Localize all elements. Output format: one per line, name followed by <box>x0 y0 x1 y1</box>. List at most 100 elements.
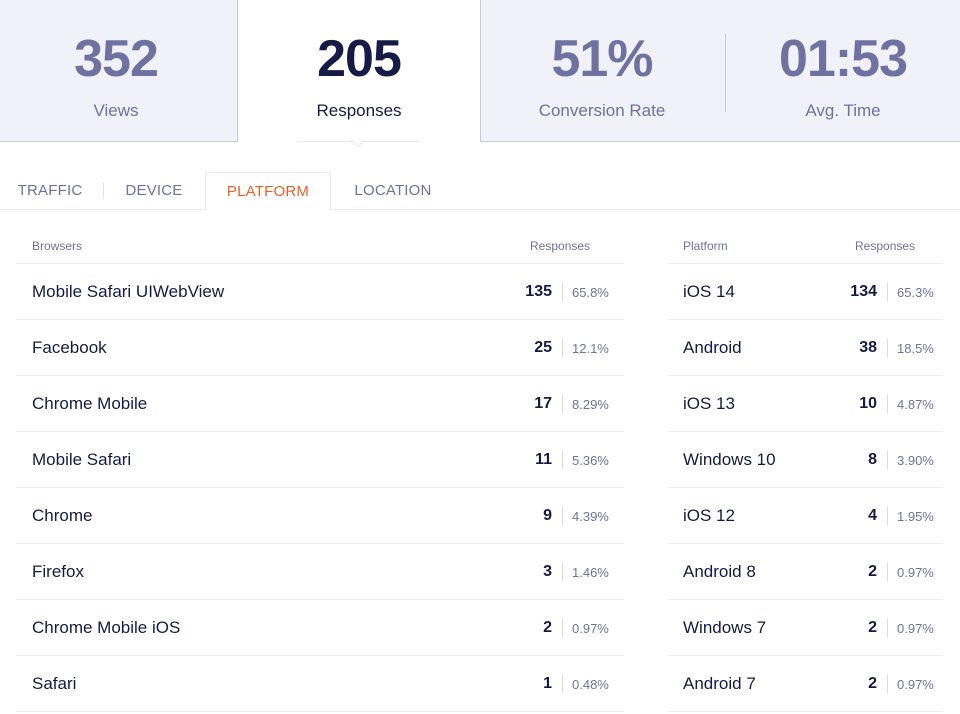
browsers-column-header: Browsers <box>32 239 83 253</box>
row-percentage: 5.36% <box>572 453 609 468</box>
row-divider <box>562 619 563 637</box>
row-count: 2 <box>543 619 552 636</box>
row-divider <box>887 339 888 357</box>
table-row: Android 7 2 0.97% <box>667 656 943 712</box>
row-name: Chrome Mobile <box>32 394 148 413</box>
row-count: 1 <box>543 675 552 692</box>
row-name: iOS 12 <box>683 506 735 525</box>
platform-table-header: Platform Responses <box>667 228 943 264</box>
stat-views: 352 Views <box>0 0 232 142</box>
platform-table-body: iOS 14 134 65.3% Android 38 18.5% iOS 13 10 4.87… <box>667 264 943 712</box>
row-percentage: 3.90% <box>897 453 934 468</box>
row-divider <box>887 619 888 637</box>
table-row: Facebook 25 12.1% <box>16 320 624 376</box>
table-row: Mobile Safari UIWebView 135 65.8% <box>16 264 624 320</box>
browsers-table-header: Browsers Responses <box>16 228 624 264</box>
row-percentage: 4.87% <box>897 397 934 412</box>
row-count: 4 <box>868 507 877 524</box>
row-divider <box>562 563 563 581</box>
row-name: Mobile Safari UIWebView <box>32 282 225 301</box>
row-percentage: 0.48% <box>572 677 609 692</box>
row-count: 17 <box>534 395 552 412</box>
row-name: Safari <box>32 674 77 693</box>
stat-avg-time-label: Avg. Time <box>805 101 881 120</box>
row-count: 2 <box>868 675 877 692</box>
table-row: Chrome 9 4.39% <box>16 488 624 544</box>
row-percentage: 0.97% <box>572 621 609 636</box>
table-row: Chrome Mobile 17 8.29% <box>16 376 624 432</box>
row-name: Mobile Safari <box>32 450 132 469</box>
tab-platform[interactable]: PLATFORM <box>205 172 331 211</box>
row-name: Windows 10 <box>683 450 776 469</box>
row-count: 11 <box>535 451 552 468</box>
row-count: 10 <box>859 395 877 412</box>
stat-views-value: 352 <box>74 30 159 88</box>
table-row: Chrome Mobile iOS 2 0.97% <box>16 600 624 656</box>
stat-card-responses[interactable]: 205 Responses <box>238 0 480 142</box>
table-row: iOS 12 4 1.95% <box>667 488 943 544</box>
responses-column-header: Responses <box>855 239 916 253</box>
row-name: Chrome <box>32 506 93 525</box>
tab-traffic[interactable]: TRAFFIC <box>0 172 100 210</box>
row-percentage: 0.97% <box>897 565 934 580</box>
row-name: Windows 7 <box>683 618 767 637</box>
row-name: Chrome Mobile iOS <box>32 618 181 637</box>
row-percentage: 18.5% <box>897 341 934 356</box>
stat-conversion-label: Conversion Rate <box>538 101 666 120</box>
row-divider <box>887 507 888 525</box>
row-divider <box>562 395 563 413</box>
stat-responses-label: Responses <box>316 101 402 120</box>
row-count: 38 <box>859 339 877 356</box>
row-count: 135 <box>525 283 552 300</box>
row-divider <box>562 675 563 693</box>
platform-table: Platform Responses iOS 14 134 65.3% Android… <box>667 228 943 712</box>
row-count: 134 <box>850 283 877 300</box>
row-divider <box>887 451 888 469</box>
row-name: iOS 13 <box>683 394 735 413</box>
stat-card-views[interactable]: 352 Views <box>0 0 238 142</box>
tab-location[interactable]: LOCATION <box>332 172 454 210</box>
row-count: 8 <box>868 451 877 468</box>
table-row: Firefox 3 1.46% <box>16 544 624 600</box>
platform-column-header: Platform <box>683 239 728 253</box>
browsers-table-body: Mobile Safari UIWebView 135 65.8% Facebook 2… <box>16 264 624 712</box>
row-name: Firefox <box>32 562 84 581</box>
stat-conversion[interactable]: 51% Conversion Rate <box>481 0 723 142</box>
tab-device[interactable]: DEVICE <box>104 172 204 210</box>
row-divider <box>562 507 563 525</box>
row-percentage: 0.97% <box>897 677 934 692</box>
stat-card-group: 51% Conversion Rate 01:53 Avg. Time <box>480 0 960 142</box>
row-name: Android 8 <box>683 562 756 581</box>
row-percentage: 8.29% <box>572 397 609 412</box>
row-percentage: 1.95% <box>897 509 934 524</box>
table-row: iOS 14 134 65.3% <box>667 264 943 320</box>
row-count: 9 <box>543 507 552 524</box>
table-row: Android 8 2 0.97% <box>667 544 943 600</box>
row-divider <box>562 339 563 357</box>
responses-column-header: Responses <box>530 239 591 253</box>
stat-responses: 205 Responses <box>238 0 480 142</box>
row-name: Android 7 <box>683 674 756 693</box>
table-row: Mobile Safari 11 5.36% <box>16 432 624 488</box>
table-row: Android 38 18.5% <box>667 320 943 376</box>
stat-responses-value: 205 <box>317 30 402 88</box>
row-divider <box>887 283 888 301</box>
row-divider <box>562 451 563 469</box>
row-divider <box>887 563 888 581</box>
tab-bar: TRAFFIC DEVICE PLATFORM LOCATION <box>0 172 960 211</box>
stat-avg-time[interactable]: 01:53 Avg. Time <box>725 0 960 142</box>
table-row: Windows 7 2 0.97% <box>667 600 943 656</box>
row-count: 2 <box>868 563 877 580</box>
row-count: 2 <box>868 619 877 636</box>
row-divider <box>887 395 888 413</box>
table-row: Safari 1 0.48% <box>16 656 624 712</box>
stat-conversion-value: 51% <box>551 30 653 88</box>
row-percentage: 12.1% <box>572 341 609 356</box>
stat-views-label: Views <box>93 101 139 120</box>
row-divider <box>887 675 888 693</box>
browsers-table: Browsers Responses Mobile Safari UIWebVi… <box>16 228 624 712</box>
row-name: Facebook <box>32 338 107 357</box>
row-count: 3 <box>543 563 552 580</box>
row-count: 25 <box>534 339 552 356</box>
row-percentage: 4.39% <box>572 509 609 524</box>
